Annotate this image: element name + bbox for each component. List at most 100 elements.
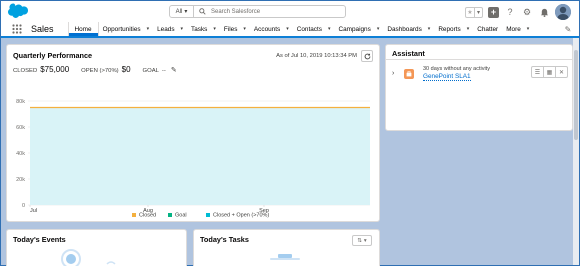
nav-tab-label: Tasks bbox=[191, 25, 208, 33]
global-search: All ▾ Search Salesforce bbox=[169, 5, 346, 18]
assistant-card: Assistant › 30 days without any activity… bbox=[385, 44, 573, 131]
as-of-timestamp: As of Jul 10, 2019 10:13:34 PM bbox=[276, 53, 357, 59]
chevron-down-icon[interactable]: ▾ bbox=[527, 26, 530, 32]
search-scope-label: All bbox=[175, 8, 183, 15]
chevron-down-icon[interactable]: ▾ bbox=[286, 26, 289, 32]
favorites-group: ★ ▾ bbox=[465, 6, 483, 18]
chevron-down-icon[interactable]: ▾ bbox=[213, 26, 216, 32]
nav-tab-label: Home bbox=[74, 25, 92, 33]
card-title: Quarterly Performance bbox=[13, 51, 93, 60]
divider bbox=[386, 59, 572, 60]
legend-label: Closed + Open (>70%) bbox=[213, 213, 269, 219]
nav-tab-label: Accounts bbox=[253, 25, 281, 33]
nav-tab-opportunities[interactable]: Opportunities ▾ bbox=[99, 22, 154, 36]
app-nav-bar: Sales Home Opportunities ▾ Leads ▾ Tasks ▾ File… bbox=[1, 22, 579, 38]
app-name: Sales bbox=[31, 24, 54, 34]
nav-tab-label: Opportunities bbox=[102, 25, 141, 33]
refresh-button[interactable] bbox=[361, 50, 373, 62]
page-scrollbar[interactable] bbox=[573, 38, 579, 265]
y-tick-label: 0 bbox=[22, 203, 25, 209]
chevron-down-icon[interactable]: ▾ bbox=[181, 26, 184, 32]
assistant-item-actions: ☰ ▦ ✕ bbox=[531, 66, 568, 78]
goal-label: GOAL bbox=[142, 68, 159, 74]
closed-value: $75,000 bbox=[40, 65, 70, 74]
nav-tab-label: Dashboards bbox=[387, 25, 422, 33]
chevron-down-icon[interactable]: ▾ bbox=[147, 26, 150, 32]
legend-swatch bbox=[132, 213, 136, 217]
performance-chart: 020k40k60k80kJul Aug SepClosed Goal Closed +… bbox=[16, 99, 370, 219]
global-header: All ▾ Search Salesforce ★ ▾ + ? ⚙ bbox=[1, 1, 579, 22]
edit-goal-pencil-icon[interactable]: ✎ bbox=[171, 66, 177, 74]
salesforce-logo[interactable] bbox=[7, 3, 28, 19]
assistant-item-link[interactable]: GenePoint SLA1 bbox=[423, 73, 471, 81]
edit-nav-pencil-icon[interactable]: ✎ bbox=[561, 22, 575, 36]
search-input[interactable]: Search Salesforce bbox=[194, 8, 345, 15]
assistant-item-description: 30 days without any activity bbox=[423, 66, 490, 72]
nav-tab-reports[interactable]: Reports ▾ bbox=[434, 22, 473, 36]
open-label: OPEN (>70%) bbox=[81, 68, 119, 74]
todays-events-card: Today's Events bbox=[6, 229, 187, 266]
nav-tab-leads[interactable]: Leads ▾ bbox=[153, 22, 187, 36]
card-title: Today's Events bbox=[13, 235, 66, 244]
card-title: Assistant bbox=[392, 49, 425, 58]
todays-tasks-card: Today's Tasks ⇅ ▾ bbox=[193, 229, 380, 266]
help-icon[interactable]: ? bbox=[504, 6, 516, 18]
favorites-star-icon[interactable]: ★ bbox=[466, 8, 474, 17]
open-value: $0 bbox=[121, 65, 131, 74]
card-title: Today's Tasks bbox=[200, 235, 249, 244]
task-filter-button[interactable]: ⇅ ▾ bbox=[352, 235, 372, 246]
tasks-illustration bbox=[270, 254, 300, 260]
y-tick-label: 20k bbox=[16, 177, 25, 183]
nav-tab-label: More bbox=[506, 25, 521, 33]
nav-tab-contacts[interactable]: Contacts ▾ bbox=[293, 22, 335, 36]
chevron-down-icon[interactable]: ▾ bbox=[474, 7, 482, 17]
legend-swatch bbox=[168, 213, 172, 217]
goal-value: -- bbox=[161, 68, 166, 74]
chevron-right-icon[interactable]: › bbox=[392, 70, 394, 77]
nav-tabs: Home Opportunities ▾ Leads ▾ Tasks ▾ Files ▾ Acco… bbox=[67, 22, 534, 36]
search-icon bbox=[199, 8, 206, 15]
nav-tab-label: Reports bbox=[438, 25, 461, 33]
scrollbar-thumb[interactable] bbox=[574, 50, 578, 140]
app-launcher-icon[interactable] bbox=[9, 22, 25, 36]
global-actions-icon[interactable]: + bbox=[488, 6, 499, 18]
chevron-down-icon: ▾ bbox=[363, 237, 367, 244]
legend-label: Goal bbox=[175, 213, 187, 219]
nav-tab-label: Contacts bbox=[296, 25, 322, 33]
nav-tab-home[interactable]: Home bbox=[67, 22, 99, 36]
nav-tab-label: Files bbox=[223, 25, 238, 33]
chevron-down-icon: ▾ bbox=[184, 9, 188, 15]
y-tick-label: 60k bbox=[16, 125, 25, 131]
chevron-down-icon[interactable]: ▾ bbox=[243, 26, 246, 32]
y-tick-label: 80k bbox=[16, 99, 25, 105]
nav-tab-files[interactable]: Files ▾ bbox=[220, 22, 250, 36]
notification-bell-icon[interactable] bbox=[538, 6, 550, 18]
avatar[interactable] bbox=[555, 4, 571, 20]
chevron-down-icon[interactable]: ▾ bbox=[377, 26, 380, 32]
search-scope-select[interactable]: All ▾ bbox=[170, 6, 194, 17]
nav-tab-accounts[interactable]: Accounts ▾ bbox=[250, 22, 293, 36]
chevron-down-icon[interactable]: ▾ bbox=[467, 26, 470, 32]
refresh-icon bbox=[364, 52, 370, 59]
filter-icon: ⇅ bbox=[357, 237, 362, 244]
legend-label: Closed bbox=[139, 213, 156, 219]
events-illustration bbox=[61, 249, 116, 266]
nav-tab-label: Chatter bbox=[477, 25, 499, 33]
chevron-down-icon[interactable]: ▾ bbox=[428, 26, 431, 32]
nav-tab-dashboards[interactable]: Dashboards ▾ bbox=[383, 22, 434, 36]
nav-tab-tasks[interactable]: Tasks ▾ bbox=[187, 22, 220, 36]
setup-gear-icon[interactable]: ⚙ bbox=[521, 6, 533, 18]
nav-tab-campaigns[interactable]: Campaigns ▾ bbox=[334, 22, 383, 36]
chevron-down-icon[interactable]: ▾ bbox=[328, 26, 331, 32]
series-area-closed-open bbox=[30, 107, 370, 205]
nav-tab-chatter[interactable]: Chatter bbox=[473, 22, 502, 36]
nav-tab-more[interactable]: More ▾ bbox=[502, 22, 533, 36]
closed-label: CLOSED bbox=[13, 68, 38, 74]
performance-stats: CLOSED $75,000 OPEN (>70%) $0 GOAL -- ✎ bbox=[13, 65, 177, 74]
x-tick-label: Jul bbox=[30, 208, 37, 214]
header-utilities: ★ ▾ + ? ⚙ bbox=[465, 4, 571, 20]
close-icon[interactable]: ✕ bbox=[555, 66, 568, 78]
y-tick-label: 40k bbox=[16, 151, 25, 157]
nav-tab-label: Campaigns bbox=[338, 25, 371, 33]
opportunity-icon bbox=[404, 69, 414, 79]
